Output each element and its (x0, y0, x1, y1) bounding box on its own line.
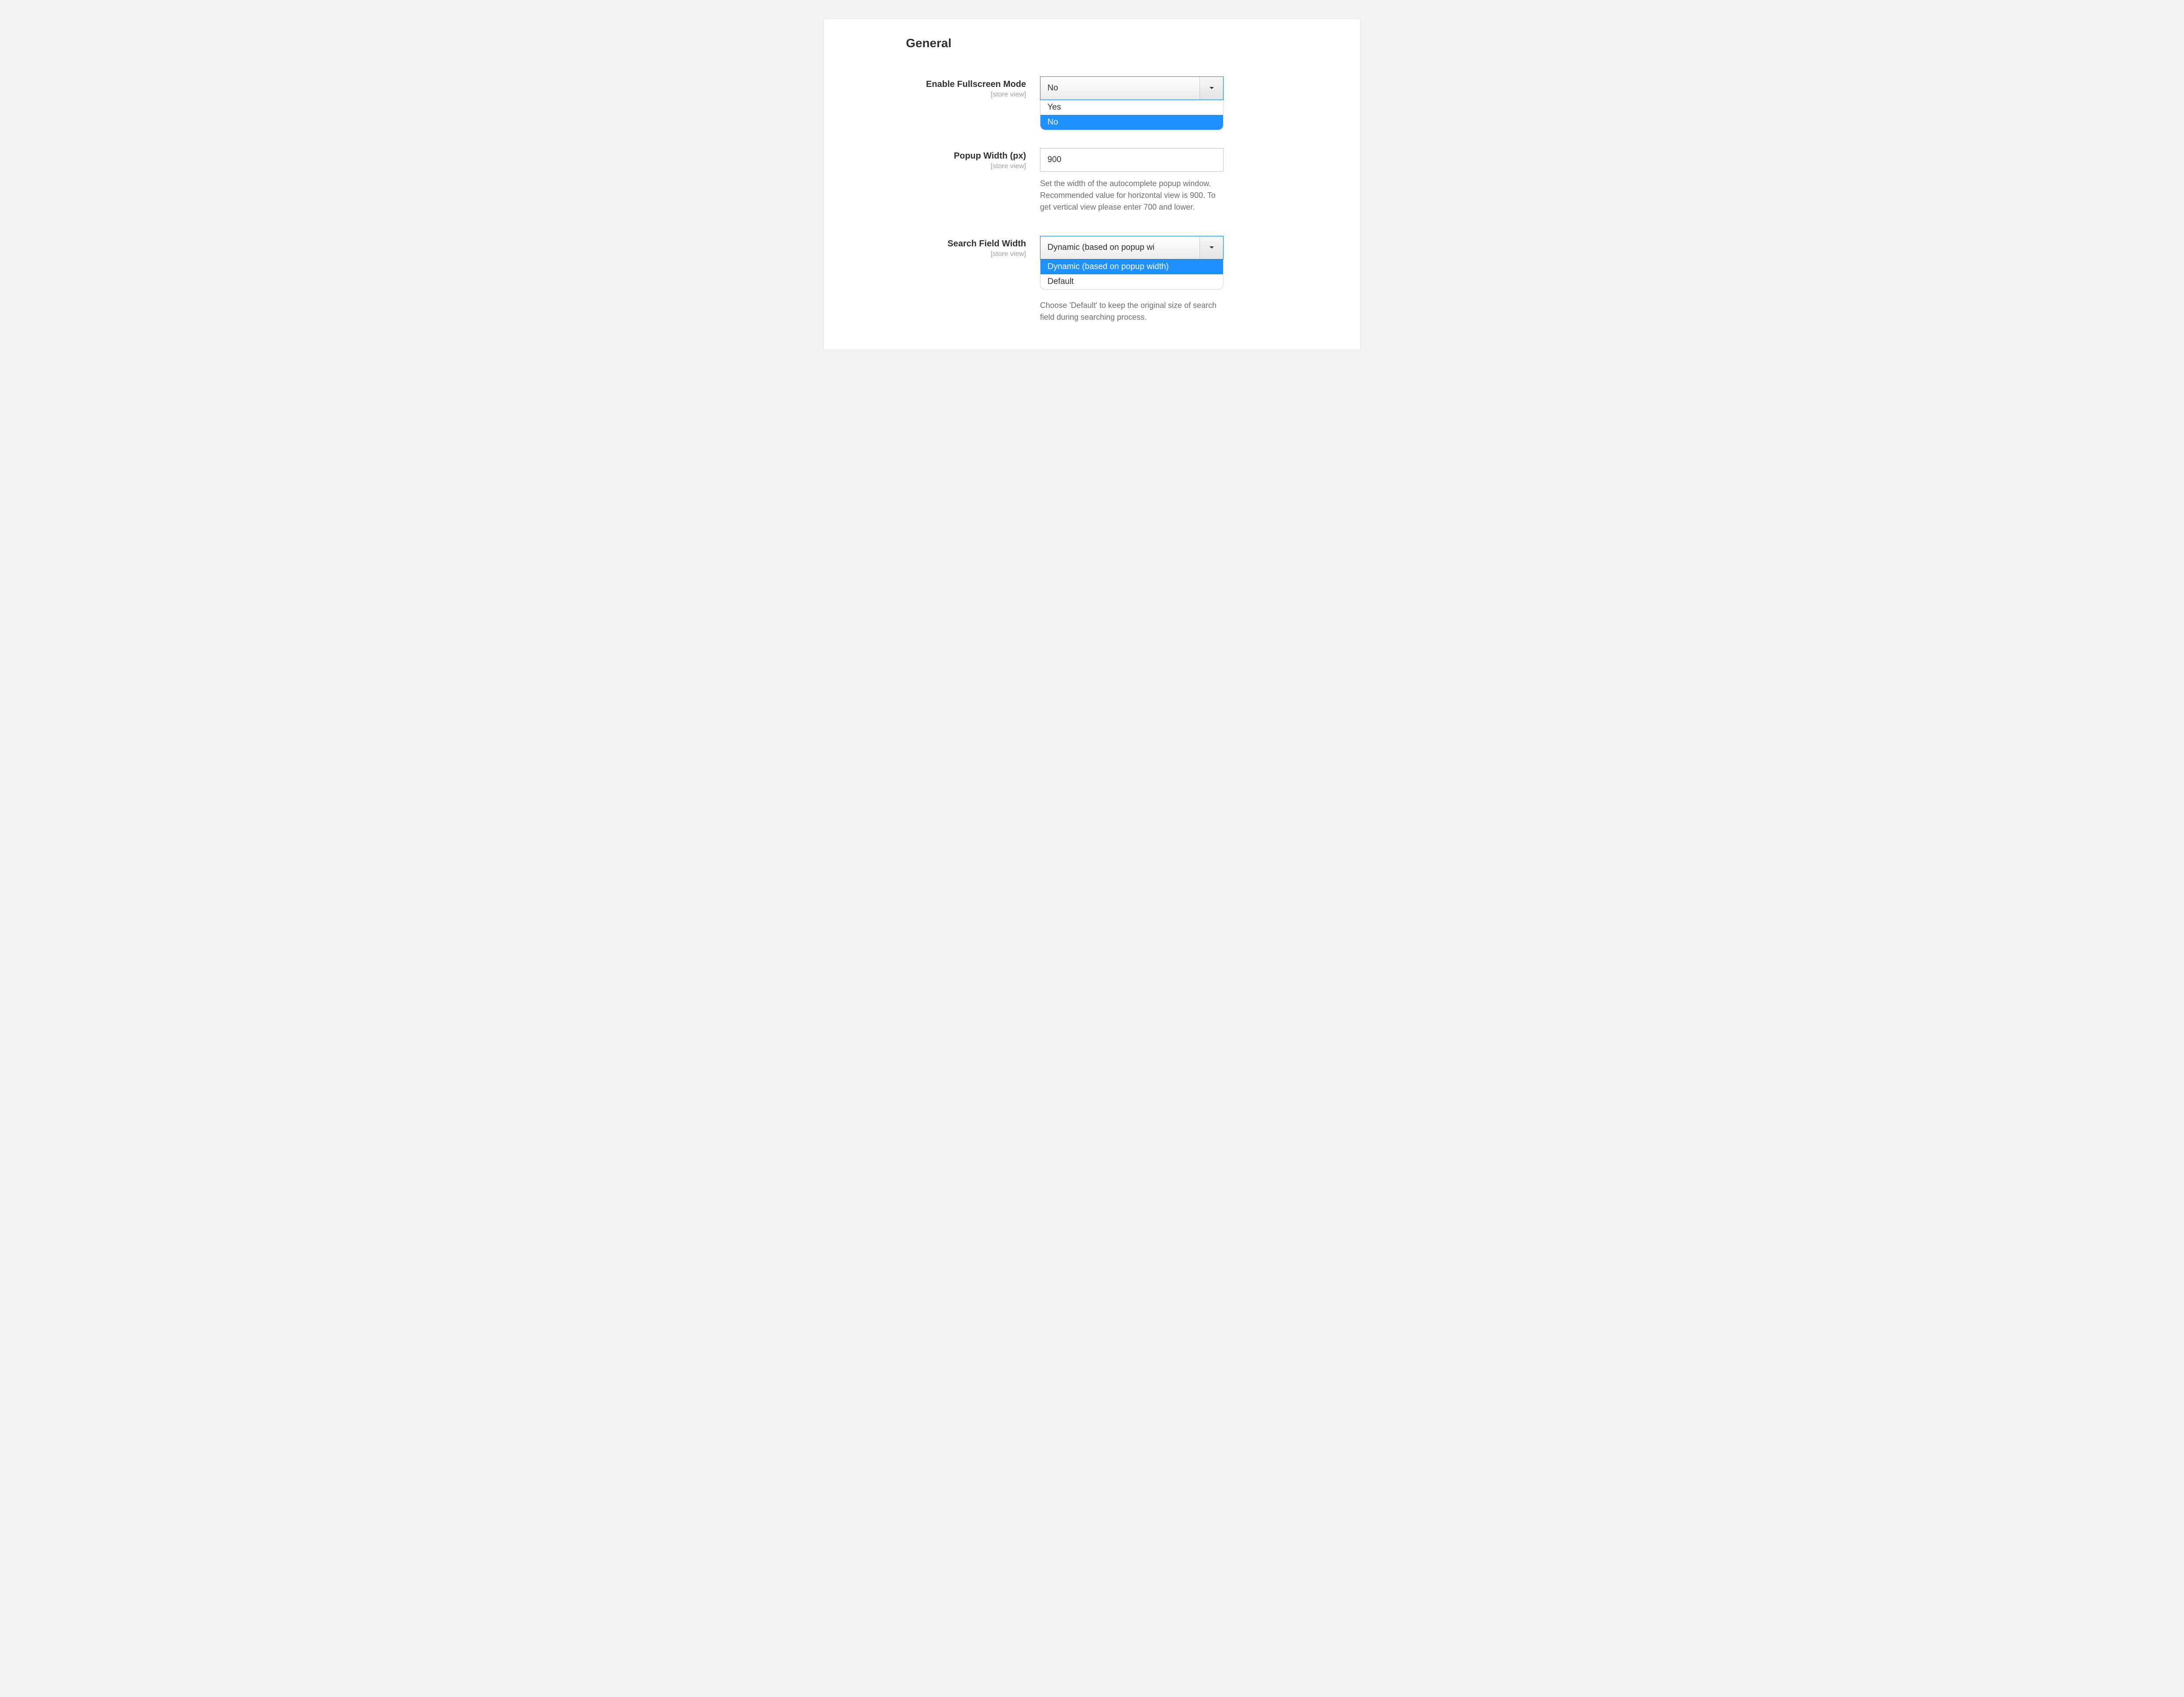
search-width-option-default[interactable]: Default (1040, 274, 1223, 289)
fullscreen-dropdown: Yes No (1040, 100, 1223, 130)
label-col: Search Field Width [store view] (850, 236, 1040, 258)
section-title: General (906, 36, 1334, 50)
search-width-select-value: Dynamic (based on popup wi (1040, 236, 1199, 259)
search-width-select-button[interactable] (1199, 236, 1223, 259)
caret-down-icon (1209, 86, 1214, 90)
label-popup-width: Popup Width (px) (850, 151, 1026, 162)
fullscreen-option-yes[interactable]: Yes (1040, 100, 1223, 115)
label-search-field-width: Search Field Width (850, 238, 1026, 249)
search-width-help: Choose 'Default' to keep the original si… (1040, 300, 1219, 323)
scope-label: [store view] (850, 250, 1026, 258)
fullscreen-select-value: No (1040, 77, 1199, 100)
settings-panel: General Enable Fullscreen Mode [store vi… (823, 18, 1361, 350)
fullscreen-select-button[interactable] (1199, 77, 1223, 100)
fullscreen-select[interactable]: No (1040, 76, 1223, 100)
label-col: Popup Width (px) [store view] (850, 148, 1040, 170)
scope-label: [store view] (850, 162, 1026, 170)
popup-width-help: Set the width of the autocomplete popup … (1040, 178, 1219, 213)
control-col: No Yes No (1040, 76, 1223, 100)
search-width-dropdown: Dynamic (based on popup width) Default (1040, 259, 1223, 290)
search-width-select[interactable]: Dynamic (based on popup wi (1040, 236, 1223, 259)
label-col: Enable Fullscreen Mode [store view] (850, 76, 1040, 99)
field-enable-fullscreen: Enable Fullscreen Mode [store view] No Y… (850, 76, 1334, 100)
label-enable-fullscreen: Enable Fullscreen Mode (850, 79, 1026, 90)
control-col: Dynamic (based on popup wi Dynamic (base… (1040, 236, 1223, 323)
popup-width-input[interactable] (1040, 148, 1223, 172)
caret-down-icon (1209, 246, 1214, 249)
fullscreen-option-no[interactable]: No (1040, 115, 1223, 130)
scope-label: [store view] (850, 91, 1026, 99)
field-search-field-width: Search Field Width [store view] Dynamic … (850, 236, 1334, 323)
field-popup-width: Popup Width (px) [store view] Set the wi… (850, 148, 1334, 213)
search-width-option-dynamic[interactable]: Dynamic (based on popup width) (1040, 259, 1223, 274)
control-col: Set the width of the autocomplete popup … (1040, 148, 1223, 213)
